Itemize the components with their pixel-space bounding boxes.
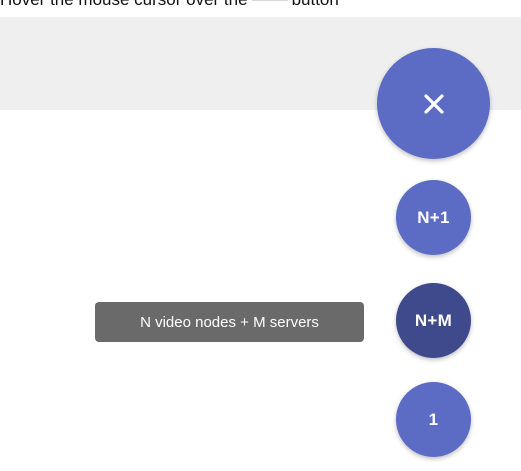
fab-option-1[interactable]: 1 (396, 382, 471, 457)
close-icon (423, 93, 444, 114)
tooltip-n-plus-m: N video nodes + M servers (95, 302, 364, 342)
instruction-text-before: Hover the mouse cursor over the (0, 0, 248, 9)
fab-option-n-plus-m[interactable]: N+M (396, 283, 471, 358)
fab-option-n-plus-1[interactable]: N+1 (396, 180, 471, 255)
instruction-text-after: button (292, 0, 339, 9)
instruction-text: Hover the mouse cursor over the button (0, 0, 521, 11)
fab-close-button[interactable] (377, 48, 490, 159)
button-glyph-icon (251, 0, 288, 1)
